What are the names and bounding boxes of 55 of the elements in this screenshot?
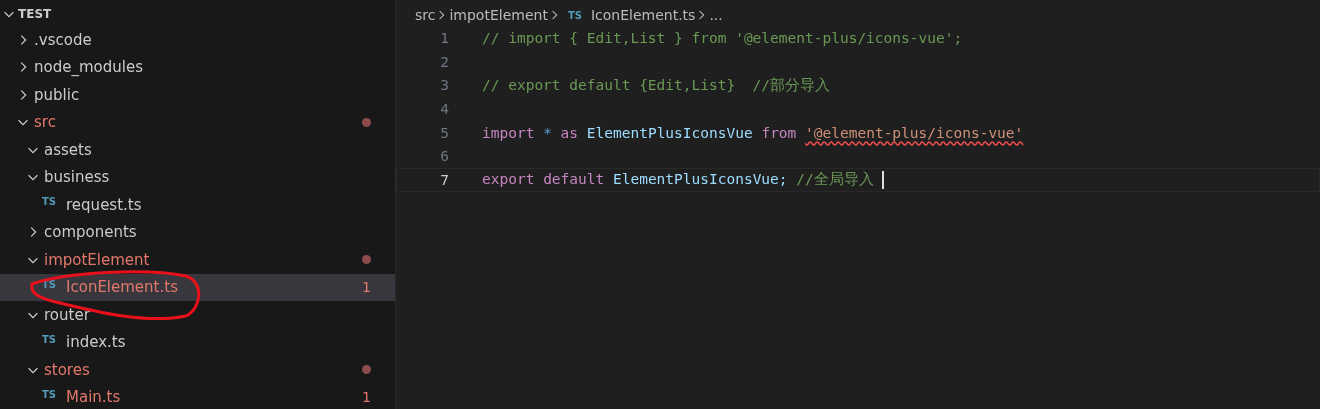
- problem-count: 1: [362, 279, 371, 296]
- line-number: 2: [439, 53, 449, 70]
- folder-item[interactable]: router: [0, 301, 395, 329]
- folder-item[interactable]: stores: [0, 356, 395, 384]
- breadcrumb-item[interactable]: impotElement: [449, 7, 548, 23]
- line-number: 3: [439, 77, 449, 94]
- item-label: components: [44, 223, 137, 242]
- file-item[interactable]: TS index.ts: [0, 328, 395, 356]
- chevron-icon: [438, 8, 447, 22]
- chevron-icon: [698, 8, 707, 22]
- line-number: 6: [439, 148, 449, 165]
- folder-item[interactable]: business: [0, 163, 395, 191]
- chevron-icon: [550, 8, 559, 22]
- line-number: 1: [439, 29, 449, 46]
- folder-item[interactable]: impotElement: [0, 246, 395, 274]
- breadcrumb-item[interactable]: IconElement.ts: [590, 7, 696, 23]
- item-label: assets: [44, 140, 92, 159]
- modified-dot: [362, 255, 371, 265]
- code-line: // import { Edit,List } from '@element-plus/icons-vue';: [482, 29, 963, 46]
- folder-item[interactable]: node_modules: [0, 53, 395, 81]
- item-label: node_modules: [34, 58, 143, 77]
- line-number: 5: [439, 124, 449, 141]
- item-label: business: [44, 168, 110, 187]
- item-label: IconElement.ts: [66, 278, 178, 297]
- typescript-icon: TS: [42, 196, 57, 207]
- item-label: router: [44, 305, 90, 324]
- file-item[interactable]: TS Main.ts 1: [0, 383, 395, 409]
- problem-count: 1: [362, 389, 371, 406]
- code-line: import * as ElementPlusIconsVue from '@element-plus/icons-vue': [482, 124, 1024, 141]
- folder-item[interactable]: src: [0, 108, 395, 136]
- folder-item[interactable]: assets: [0, 136, 395, 164]
- item-label: .vscode: [34, 30, 92, 49]
- item-label: request.ts: [66, 195, 142, 214]
- typescript-icon: TS: [42, 333, 57, 345]
- code-line: // export default {Edit,List} //部分导入: [482, 75, 831, 95]
- breadcrumb-item[interactable]: src: [415, 7, 436, 23]
- modified-dot: [362, 365, 371, 375]
- breadcrumb-item[interactable]: ...: [709, 7, 723, 23]
- code-line: export default ElementPlusIconsVue; //全局导入: [482, 170, 874, 190]
- folder-item[interactable]: components: [0, 218, 395, 246]
- item-label: Main.ts: [66, 388, 121, 407]
- line-number: 7: [439, 171, 449, 188]
- modified-dot: [362, 117, 371, 127]
- folder-item[interactable]: .vscode: [0, 26, 395, 54]
- line-number: 4: [439, 100, 449, 117]
- typescript-icon: TS: [42, 388, 57, 400]
- item-label: impotElement: [44, 250, 150, 269]
- file-item[interactable]: TS request.ts: [0, 191, 395, 219]
- item-label: src: [34, 113, 56, 132]
- item-label: public: [34, 85, 80, 104]
- item-label: stores: [44, 360, 90, 379]
- typescript-icon: TS: [567, 9, 582, 21]
- item-label: index.ts: [66, 333, 126, 352]
- folder-item[interactable]: public: [0, 81, 395, 109]
- explorer-title: TEST: [18, 7, 52, 21]
